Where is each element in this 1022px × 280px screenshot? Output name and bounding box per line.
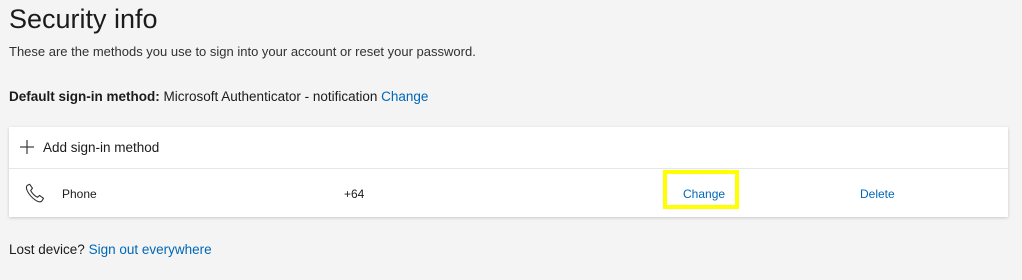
phone-change-link[interactable]: Change <box>683 186 725 202</box>
method-value: +64 <box>344 187 365 201</box>
default-method-value: Microsoft Authenticator - notification <box>163 89 378 104</box>
lost-device-label: Lost device? <box>9 242 85 257</box>
sign-out-everywhere-link[interactable]: Sign out everywhere <box>89 242 212 257</box>
page-title: Security info <box>9 4 158 34</box>
default-sign-in-method: Default sign-in method: Microsoft Authen… <box>9 88 428 106</box>
default-method-label: Default sign-in method: <box>9 89 160 104</box>
add-sign-in-method-label: Add sign-in method <box>43 140 160 155</box>
lost-device-section: Lost device? Sign out everywhere <box>9 241 212 259</box>
page-subtitle: These are the methods you use to sign in… <box>9 44 476 59</box>
method-row-phone: Phone +64 Change Delete <box>9 169 1008 217</box>
sign-in-methods-card: Add sign-in method Phone +64 Change Dele… <box>9 127 1008 217</box>
plus-icon <box>20 140 34 154</box>
phone-delete-link[interactable]: Delete <box>860 186 895 202</box>
add-sign-in-method-button[interactable]: Add sign-in method <box>9 127 1008 169</box>
method-type: Phone <box>62 187 97 201</box>
default-method-change-link[interactable]: Change <box>381 89 428 104</box>
phone-icon <box>25 183 45 203</box>
